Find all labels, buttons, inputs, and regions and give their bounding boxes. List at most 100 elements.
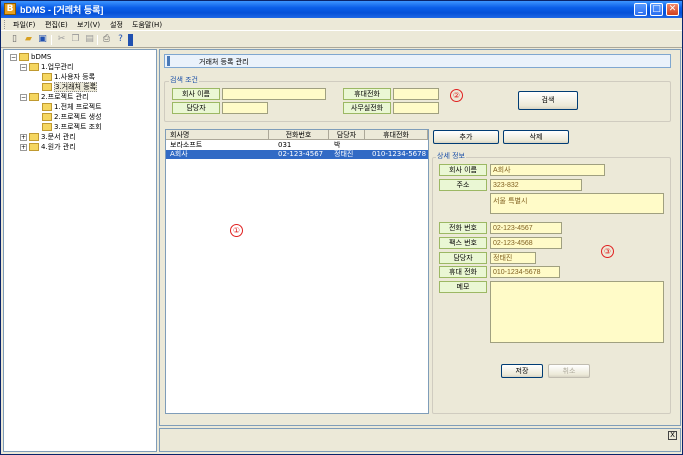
folder-icon — [29, 143, 39, 151]
collapse-icon[interactable]: − — [20, 93, 27, 101]
detail-company-label: 회사 이름 — [439, 164, 487, 176]
tree-item-user-register[interactable]: 1.사용자 등록 — [42, 72, 95, 82]
column-manager[interactable]: 담당자 — [329, 130, 365, 140]
toolbar-overflow-icon[interactable] — [128, 34, 133, 46]
cell-manager: 정태진 — [334, 150, 354, 158]
column-mobile[interactable]: 휴대전화 — [365, 130, 428, 140]
cell-company: 보라소프트 — [170, 141, 203, 149]
detail-company-input[interactable] — [490, 164, 605, 176]
minimize-button[interactable]: _ — [634, 3, 647, 16]
expand-icon[interactable]: + — [20, 143, 27, 151]
tree-item-all-projects[interactable]: 1.전체 프로젝트 — [42, 102, 102, 112]
cell-company: A회사 — [170, 150, 188, 158]
marker-2: ② — [450, 89, 463, 102]
detail-manager-label: 담당자 — [439, 252, 487, 264]
menu-file[interactable]: 파일(F) — [13, 20, 35, 30]
header-accent — [167, 56, 170, 66]
folder-icon — [29, 93, 39, 101]
menu-edit[interactable]: 편집(E) — [45, 20, 68, 30]
marker-1: ① — [230, 224, 243, 237]
cell-manager: 박 — [334, 141, 341, 149]
detail-address-label: 주소 — [439, 179, 487, 191]
add-button[interactable]: 추가 — [433, 130, 499, 144]
tree-item-client-register[interactable]: 3.거래처 등록 — [42, 82, 98, 92]
collapse-icon[interactable]: − — [20, 63, 27, 71]
new-file-icon[interactable]: ▯ — [9, 34, 20, 45]
search-mobile-input[interactable] — [393, 88, 439, 100]
folder-icon — [29, 133, 39, 141]
detail-address-input[interactable]: 서울 특별시 — [490, 193, 664, 214]
tree-item-project-search[interactable]: 3.프로젝트 조회 — [42, 122, 102, 132]
open-folder-icon[interactable]: ▰ — [23, 34, 34, 45]
expand-icon[interactable]: + — [20, 133, 27, 141]
main-window: B bDMS - [거래처 등록] _ □ ✕ 파일(F) 편집(E) 보기(V… — [0, 0, 683, 455]
tree-root[interactable]: − bDMS — [10, 52, 51, 62]
tree-item-cost[interactable]: +4.원가 관리 — [20, 142, 76, 152]
detail-mobile-input[interactable] — [490, 266, 560, 278]
marker-3: ③ — [601, 245, 614, 258]
folder-icon — [19, 53, 29, 61]
toolbar: ▯ ▰ ▣ ✂ ❐ ▤ ⎙ ? — [1, 32, 682, 48]
column-company[interactable]: 회사명 — [166, 130, 269, 140]
search-manager-input[interactable] — [222, 102, 268, 114]
detail-group-title: 상세 정보 — [436, 151, 466, 161]
tree-item-project[interactable]: −2.프로젝트 관리 — [20, 92, 89, 102]
detail-manager-input[interactable] — [490, 252, 536, 264]
help-icon[interactable]: ? — [115, 34, 126, 45]
cell-phone: 031 — [278, 141, 292, 149]
menu-help[interactable]: 도움말(H) — [132, 20, 162, 30]
column-phone[interactable]: 전화번호 — [269, 130, 329, 140]
list-header: 회사명 전화번호 담당자 휴대전화 — [166, 130, 428, 140]
cut-icon[interactable]: ✂ — [56, 34, 67, 45]
search-manager-label: 담당자 — [172, 102, 220, 114]
cell-phone: 02-123-4567 — [278, 150, 324, 158]
detail-phone-input[interactable] — [490, 222, 562, 234]
close-button[interactable]: ✕ — [666, 3, 679, 16]
detail-memo-label: 메모 — [439, 281, 487, 293]
menu-bar: 파일(F) 편집(E) 보기(V) 설정 도움말(H) — [1, 18, 682, 31]
delete-button[interactable]: 삭제 — [503, 130, 569, 144]
navigation-tree: − bDMS −1.업무관리 1.사용자 등록 3.거래처 등록 −2.프로젝트 … — [3, 49, 157, 452]
page-title: 거래처 등록 관리 — [199, 58, 249, 66]
detail-zip-input[interactable] — [490, 179, 582, 191]
document-icon — [42, 123, 52, 131]
cell-mobile: 010-1234-5678 — [372, 150, 427, 158]
maximize-button[interactable]: □ — [650, 3, 663, 16]
table-row-selected[interactable]: A회사 02-123-4567 정태진 010-1234-5678 — [166, 150, 428, 159]
save-icon[interactable]: ▣ — [37, 34, 48, 45]
detail-memo-input[interactable] — [490, 281, 664, 343]
collapse-icon[interactable]: − — [10, 53, 17, 61]
status-panel: X — [159, 428, 681, 452]
detail-mobile-label: 휴대 전화 — [439, 266, 487, 278]
page-header: 거래처 등록 관리 — [164, 54, 671, 68]
cancel-button[interactable]: 취소 — [548, 364, 590, 378]
menu-settings[interactable]: 설정 — [110, 20, 123, 30]
detail-phone-label: 전화 번호 — [439, 222, 487, 234]
search-office-input[interactable] — [393, 102, 439, 114]
search-company-input[interactable] — [222, 88, 326, 100]
search-mobile-label: 휴대전화 — [343, 88, 391, 100]
client-list[interactable]: 회사명 전화번호 담당자 휴대전화 보라소프트 031 박 A회사 02-123… — [165, 129, 429, 414]
save-button[interactable]: 저장 — [501, 364, 543, 378]
tree-item-business[interactable]: −1.업무관리 — [20, 62, 73, 72]
document-icon — [42, 73, 52, 81]
title-bar[interactable]: B bDMS - [거래처 등록] _ □ ✕ — [1, 1, 682, 18]
search-button[interactable]: 검색 — [518, 91, 578, 110]
print-icon[interactable]: ⎙ — [101, 34, 112, 45]
folder-icon — [29, 63, 39, 71]
search-office-label: 사무실전화 — [343, 102, 391, 114]
search-group-title: 검색 조건 — [169, 75, 199, 85]
search-company-label: 회사 이름 — [172, 88, 220, 100]
paste-icon[interactable]: ▤ — [84, 34, 95, 45]
menu-view[interactable]: 보기(V) — [77, 20, 100, 30]
tree-item-documents[interactable]: +3.문서 관리 — [20, 132, 76, 142]
document-icon — [42, 103, 52, 111]
copy-icon[interactable]: ❐ — [70, 34, 81, 45]
window-title: bDMS - [거래처 등록] — [20, 5, 104, 15]
tree-item-project-create[interactable]: 2.프로젝트 생성 — [42, 112, 102, 122]
app-icon: B — [4, 3, 16, 15]
detail-fax-label: 팩스 번호 — [439, 237, 487, 249]
close-icon[interactable]: X — [668, 431, 677, 440]
table-row[interactable]: 보라소프트 031 박 — [166, 141, 428, 150]
detail-fax-input[interactable] — [490, 237, 562, 249]
